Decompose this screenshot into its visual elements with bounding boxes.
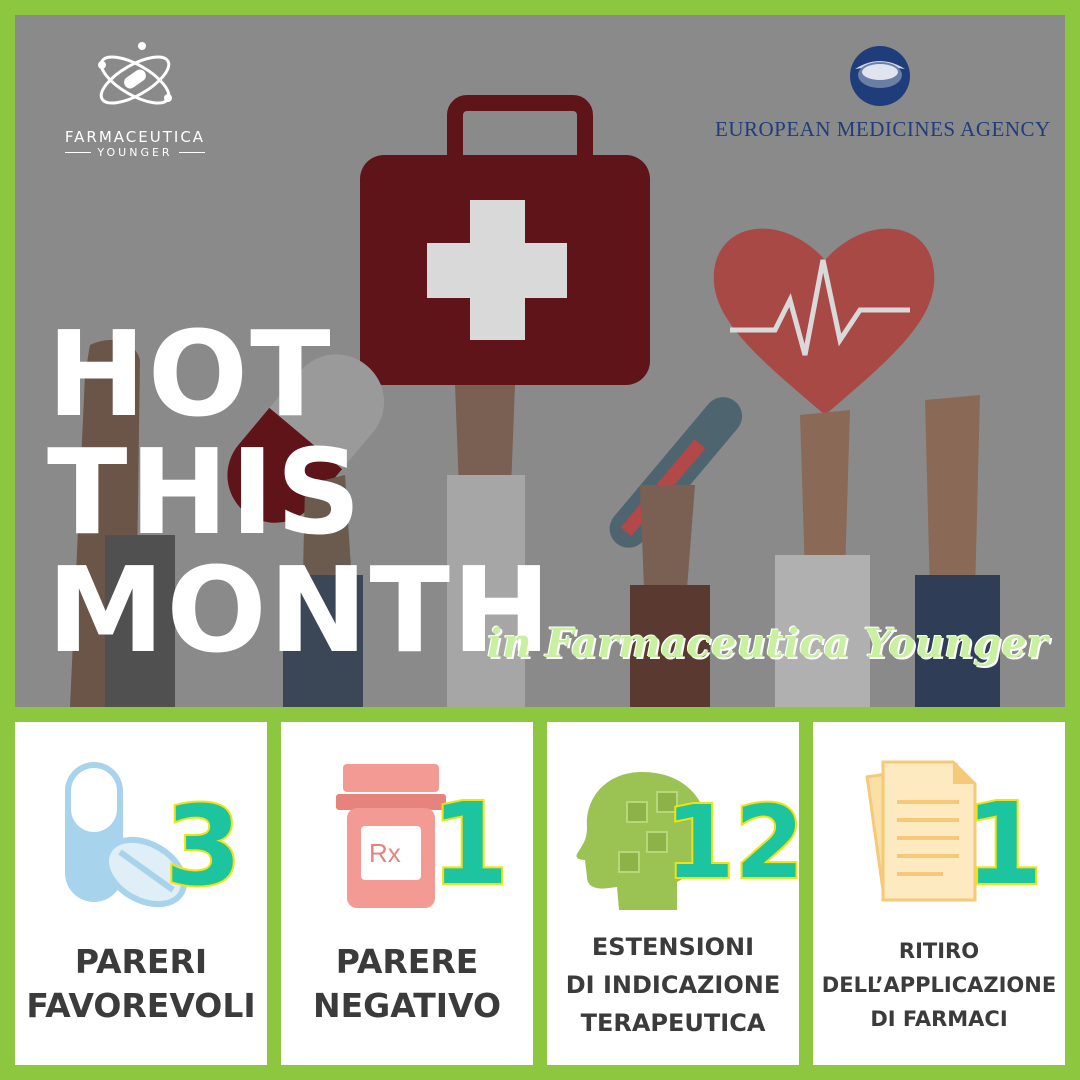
agency-name: EUROPEAN MEDICINES AGENCY — [715, 117, 1051, 141]
stat-value: 1 — [429, 778, 511, 912]
headline-line-1: HOT — [47, 305, 333, 443]
svg-text:Rx: Rx — [369, 838, 401, 868]
ema-globe-icon — [850, 46, 910, 106]
stat-card-favorable: 3 PARERI FAVOREVOLI — [15, 722, 267, 1065]
stat-label: RITIRO DELL’APPLICAZIONE DI FARMACI — [821, 939, 1057, 1031]
ema-logo: EUROPEAN MEDICINES AGENCY — [715, 45, 1051, 142]
stat-label: PARERI FAVOREVOLI — [26, 942, 256, 1025]
heart-icon — [713, 228, 935, 415]
headline-line-3: MONTH — [47, 541, 553, 679]
headline-line-2: THIS — [47, 423, 364, 561]
stat-label: PARERE NEGATIVO — [312, 942, 502, 1025]
brand-subname: YOUNGER — [45, 146, 225, 159]
headline: HOT THIS MONTH — [47, 315, 553, 669]
stat-value: 1 — [963, 778, 1045, 912]
brand-name: FARMACEUTICA — [64, 128, 206, 146]
farmaceutica-younger-logo: FARMACEUTICA YOUNGER — [45, 40, 225, 159]
hero-banner: FARMACEUTICA YOUNGER EUROPEAN MEDICINES … — [15, 15, 1065, 707]
stat-card-extensions: 12 ESTENSIONI DI INDICAZIONE TERAPEUTICA — [547, 722, 806, 1065]
atom-pill-icon — [98, 42, 172, 105]
stat-card-withdrawal: 1 RITIRO DELL’APPLICAZIONE DI FARMACI — [813, 722, 1065, 1065]
tagline: in Farmaceutica Younger — [487, 620, 1048, 667]
stat-card-negative: Rx 1 PARERE NEGATIVO — [281, 722, 533, 1065]
stat-value: 3 — [163, 780, 244, 912]
stat-value: 12 — [663, 782, 806, 903]
stat-label: ESTENSIONI DI INDICAZIONE TERAPEUTICA — [565, 933, 781, 1037]
